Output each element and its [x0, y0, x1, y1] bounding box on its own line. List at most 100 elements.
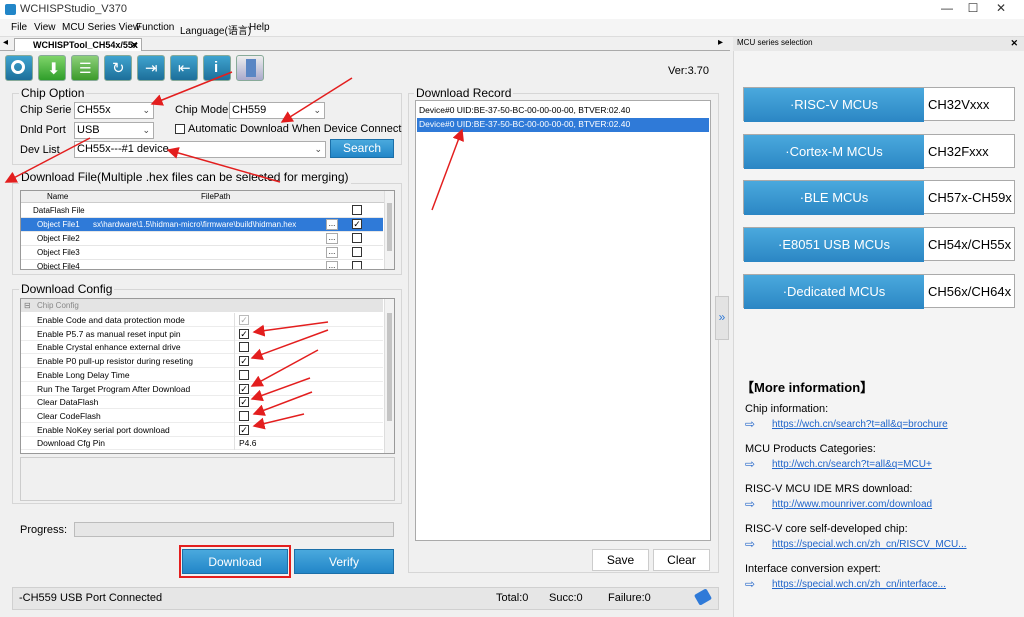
- series-item[interactable]: ·BLE MCUs CH57x-CH59x: [743, 180, 1015, 216]
- info-icon[interactable]: i: [203, 55, 231, 81]
- config-row-divider: [234, 340, 235, 355]
- browse-button[interactable]: ...: [326, 247, 338, 258]
- config-row-checkbox[interactable]: [239, 369, 249, 380]
- file-row[interactable]: Object File1 sx\hardware\1.5\hidman-micro…: [21, 218, 383, 232]
- auto-download-checkbox[interactable]: [175, 124, 185, 134]
- menu-language[interactable]: Language(语言): [180, 22, 251, 37]
- file-row-checkbox[interactable]: [352, 205, 362, 215]
- arrow-right-icon: ⇨: [745, 457, 756, 471]
- config-row-checkbox[interactable]: [239, 410, 249, 421]
- config-row-checkbox[interactable]: ✓: [239, 424, 249, 435]
- chevron-down-icon: ⌄: [314, 144, 322, 154]
- config-row-label: Enable P5.7 as manual reset input pin: [37, 328, 181, 339]
- config-row-value[interactable]: P4.6: [239, 438, 257, 448]
- config-row[interactable]: Enable Code and data protection mode ✓: [21, 313, 383, 327]
- config-row[interactable]: Download Cfg Pin P4.6: [21, 436, 383, 451]
- menu-function[interactable]: Function: [136, 22, 174, 33]
- config-row-checkbox[interactable]: ✓: [239, 383, 249, 394]
- series-item[interactable]: ·RISC-V MCUs CH32Vxxx: [743, 87, 1015, 122]
- file-row-checkbox[interactable]: [352, 261, 362, 269]
- panel-collapse-handle[interactable]: »: [715, 296, 729, 340]
- file-row[interactable]: DataFlash File: [21, 204, 383, 218]
- series-item[interactable]: ·Dedicated MCUs CH56x/CH64x: [743, 273, 1015, 309]
- download-file-title: Download File(Multiple .hex files can be…: [19, 170, 351, 184]
- tab-close-icon[interactable]: ✕: [130, 39, 138, 51]
- info-link[interactable]: http://www.mounriver.com/download: [772, 499, 932, 510]
- info-link[interactable]: https://special.wch.cn/zh_cn/RISCV_MCU..…: [772, 539, 967, 550]
- config-row[interactable]: Enable Crystal enhance external drive: [21, 340, 383, 355]
- search-button[interactable]: Search: [330, 139, 394, 158]
- record-line[interactable]: Device#0 UID:BE-37-50-BC-00-00-00-00, BT…: [417, 104, 709, 118]
- menu-file[interactable]: File: [11, 22, 27, 33]
- config-row[interactable]: Clear DataFlash ✓: [21, 395, 383, 410]
- config-row-checkbox[interactable]: ✓: [239, 356, 249, 367]
- file-grid-scrollbar[interactable]: [384, 191, 394, 269]
- series-item[interactable]: ·Cortex-M MCUs CH32Fxxx: [743, 133, 1015, 169]
- refresh-icon[interactable]: ↻: [104, 55, 132, 81]
- chip-serie-select[interactable]: CH55x ⌄: [74, 102, 154, 119]
- info-link[interactable]: https://special.wch.cn/zh_cn/interface..…: [772, 579, 946, 590]
- import-icon[interactable]: ⇥: [137, 55, 165, 81]
- file-row[interactable]: Object File3...: [21, 246, 383, 260]
- config-row[interactable]: Enable P0 pull-up resistor during reseti…: [21, 354, 383, 369]
- tab-scroll-left-icon[interactable]: ◂: [3, 37, 8, 48]
- download-icon[interactable]: ⬇: [38, 55, 66, 81]
- config-row-checkbox[interactable]: ✓: [239, 397, 249, 408]
- info-label: RISC-V core self-developed chip:: [745, 523, 908, 535]
- config-row[interactable]: Run The Target Program After Download ✓: [21, 381, 383, 396]
- status-succ: Succ:0: [549, 592, 583, 604]
- browse-button[interactable]: ...: [326, 233, 338, 244]
- menu-view[interactable]: View: [34, 22, 56, 33]
- browse-button[interactable]: ...: [326, 219, 338, 230]
- config-row-label: Enable P0 pull-up resistor during reseti…: [37, 356, 193, 367]
- config-row[interactable]: Enable NoKey serial port download ✓: [21, 422, 383, 437]
- info-label: Chip information:: [745, 403, 829, 415]
- save-button[interactable]: Save: [592, 549, 649, 571]
- config-row-checkbox[interactable]: ✓: [239, 315, 249, 325]
- clear-button[interactable]: Clear: [653, 549, 710, 571]
- download-button[interactable]: Download: [182, 549, 288, 574]
- close-button[interactable]: ✕: [978, 0, 1024, 19]
- config-row-label: Download Cfg Pin: [37, 438, 106, 449]
- browse-button[interactable]: ...: [326, 261, 338, 269]
- dev-list-select[interactable]: CH55x---#1 device ⌄: [74, 141, 326, 158]
- series-item-code: CH54x/CH55x: [928, 237, 1012, 253]
- search-icon[interactable]: [5, 55, 33, 81]
- config-row-divider: [234, 422, 235, 437]
- record-line[interactable]: Device#0 UID:BE-37-50-BC-00-00-00-00, BT…: [417, 118, 709, 132]
- config-row[interactable]: Enable P5.7 as manual reset input pin ✓: [21, 326, 383, 341]
- config-row[interactable]: Enable Long Delay Time: [21, 367, 383, 382]
- close-icon[interactable]: ✕: [1010, 38, 1018, 49]
- tab-wchisptool[interactable]: WCHISPTool_CH54x/55x ✕: [14, 38, 142, 51]
- more-info-title: 【More information】: [741, 380, 874, 395]
- menu-mcu-series-view[interactable]: MCU Series View: [62, 22, 140, 33]
- verify-button[interactable]: Verify: [294, 549, 394, 574]
- dnld-port-value: USB: [77, 124, 100, 136]
- book-icon[interactable]: [236, 55, 264, 81]
- config-row-checkbox[interactable]: [239, 342, 249, 353]
- config-row-checkbox[interactable]: ✓: [239, 328, 249, 339]
- config-row[interactable]: Clear CodeFlash: [21, 408, 383, 423]
- tab-scroll-right-icon[interactable]: ▸: [718, 37, 723, 48]
- checklist-icon[interactable]: ☰: [71, 55, 99, 81]
- series-item[interactable]: ·E8051 USB MCUs CH54x/CH55x: [743, 227, 1015, 263]
- file-row-checkbox[interactable]: ✓: [352, 219, 362, 229]
- file-row-name: DataFlash File: [33, 206, 85, 215]
- config-row-label: Run The Target Program After Download: [37, 383, 191, 394]
- config-section-label: Chip Config: [37, 301, 79, 310]
- file-row[interactable]: Object File2...: [21, 232, 383, 246]
- chip-serie-value: CH55x: [77, 104, 111, 116]
- menu-help[interactable]: Help: [249, 22, 270, 33]
- file-row-checkbox[interactable]: [352, 233, 362, 243]
- config-grid-scrollbar[interactable]: [384, 299, 394, 453]
- version-label: Ver:3.70: [668, 65, 709, 77]
- config-row-divider: [234, 313, 235, 327]
- dnld-port-select[interactable]: USB ⌄: [74, 122, 154, 139]
- file-row[interactable]: Object File4...: [21, 260, 383, 269]
- file-row-checkbox[interactable]: [352, 247, 362, 257]
- chip-model-select[interactable]: CH559 ⌄: [229, 102, 325, 119]
- info-link[interactable]: https://wch.cn/search?t=all&q=brochure: [772, 419, 948, 430]
- export-icon[interactable]: ⇤: [170, 55, 198, 81]
- info-link[interactable]: http://wch.cn/search?t=all&q=MCU+: [772, 459, 932, 470]
- section-collapse-icon[interactable]: ⊟: [24, 301, 31, 310]
